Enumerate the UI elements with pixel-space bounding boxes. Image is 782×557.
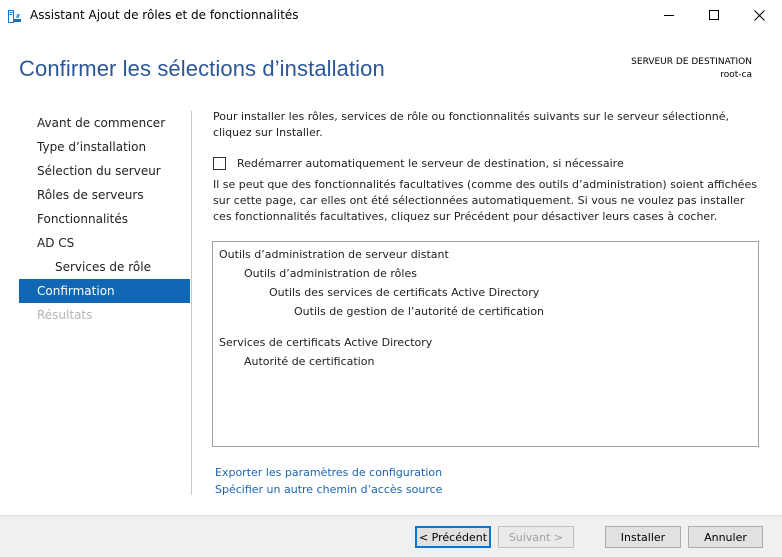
maximize-icon	[709, 10, 719, 20]
window-title: Assistant Ajout de rôles et de fonctionn…	[30, 8, 299, 22]
links-area: Exporter les paramètres de configuration…	[215, 464, 442, 498]
minimize-icon	[664, 15, 674, 16]
intro-text: Pour installer les rôles, services de rô…	[213, 110, 730, 139]
close-button[interactable]	[736, 0, 782, 30]
nav-item-role-services[interactable]: Services de rôle	[19, 255, 190, 279]
list-item: Outils d’administration de rôles	[244, 267, 417, 280]
nav-divider	[191, 111, 192, 495]
minimize-button[interactable]	[646, 0, 692, 30]
restart-checkbox-label[interactable]: Redémarrer automatiquement le serveur de…	[237, 157, 624, 170]
nav-item-server-roles[interactable]: Rôles de serveurs	[19, 183, 190, 207]
cancel-button[interactable]: Annuler	[688, 526, 763, 548]
install-button[interactable]: Installer	[605, 526, 681, 548]
next-button: Suivant >	[498, 526, 574, 548]
list-item: Outils d’administration de serveur dista…	[219, 248, 449, 261]
selections-list[interactable]: Outils d’administration de serveur dista…	[212, 241, 759, 447]
nav-item-installation-type[interactable]: Type d’installation	[19, 135, 190, 159]
export-settings-link[interactable]: Exporter les paramètres de configuration	[215, 464, 442, 481]
destination-server: SERVEUR DE DESTINATION root-ca	[631, 56, 752, 82]
list-item: Outils des services de certificats Activ…	[269, 286, 540, 299]
list-item: Outils de gestion de l’autorité de certi…	[294, 305, 545, 318]
nav-item-features[interactable]: Fonctionnalités	[19, 207, 190, 231]
destination-label: SERVEUR DE DESTINATION	[631, 57, 752, 67]
close-icon	[753, 9, 765, 21]
nav-item-server-selection[interactable]: Sélection du serveur	[19, 159, 190, 183]
alternate-source-link[interactable]: Spécifier un autre chemin d’accès source	[215, 481, 442, 498]
restart-option[interactable]: Redémarrer automatiquement le serveur de…	[213, 155, 624, 171]
destination-server-name: root-ca	[720, 70, 752, 80]
previous-button[interactable]: < Précédent	[415, 526, 491, 548]
maximize-button[interactable]	[691, 0, 737, 30]
title-bar: Assistant Ajout de rôles et de fonctionn…	[0, 0, 782, 30]
list-item: Services de certificats Active Directory	[219, 336, 433, 349]
nav-item-ad-cs[interactable]: AD CS	[19, 231, 190, 255]
restart-checkbox[interactable]	[213, 156, 226, 170]
nav-item-before-you-begin[interactable]: Avant de commencer	[19, 111, 190, 135]
page-title: Confirmer les sélections d’installation	[19, 56, 385, 81]
nav-item-confirmation[interactable]: Confirmation	[19, 279, 190, 303]
nav-item-results: Résultats	[37, 308, 93, 322]
list-item: Autorité de certification	[244, 355, 375, 368]
optional-features-info: Il se peut que des fonctionnalités facul…	[213, 178, 757, 223]
server-manager-icon	[8, 8, 22, 23]
wizard-nav: Avant de commencer Type d’installation S…	[19, 111, 190, 327]
